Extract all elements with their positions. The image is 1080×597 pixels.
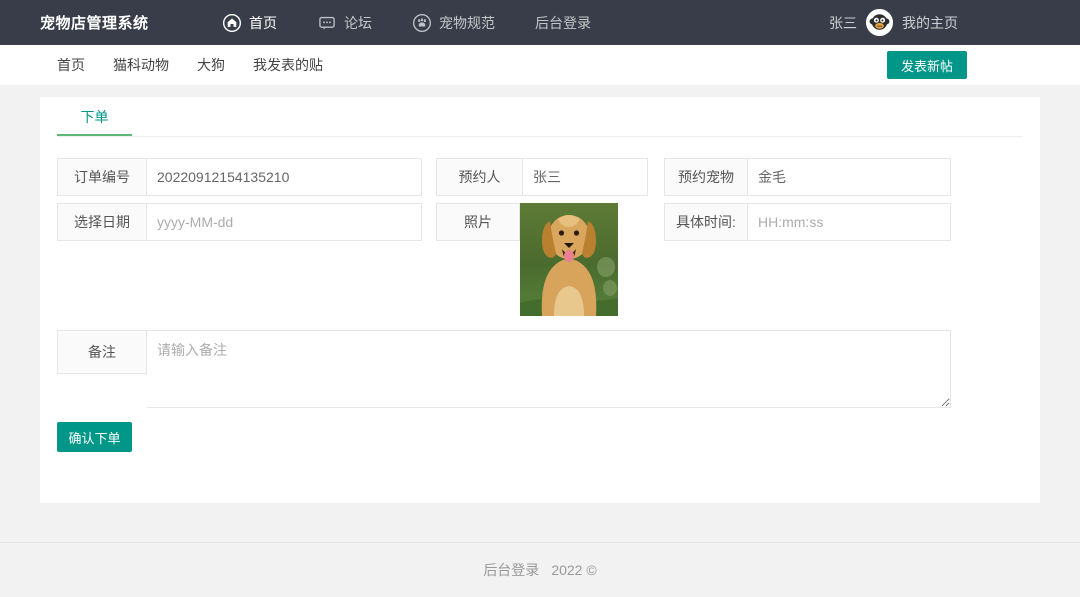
subnav-item-big-dogs[interactable]: 大狗 bbox=[197, 55, 225, 75]
paw-icon bbox=[412, 13, 432, 33]
pet-photo bbox=[520, 203, 618, 316]
date-input[interactable] bbox=[147, 203, 422, 241]
main-area: 下单 订单编号 预约人 预约宠物 bbox=[0, 85, 1080, 542]
my-homepage-link[interactable]: 我的主页 bbox=[902, 13, 958, 33]
remark-textarea[interactable] bbox=[147, 330, 951, 408]
pet-label: 预约宠物 bbox=[664, 158, 748, 196]
topnav-item-pet-rules[interactable]: 宠物规范 bbox=[412, 13, 495, 33]
topnav-item-label: 首页 bbox=[249, 14, 277, 31]
topnav-item-label: 后台登录 bbox=[535, 14, 591, 31]
field-order-no: 订单编号 bbox=[57, 158, 422, 196]
topnav-item-admin-login[interactable]: 后台登录 bbox=[535, 13, 591, 33]
reserver-input[interactable] bbox=[523, 158, 648, 196]
field-reserver: 预约人 bbox=[436, 158, 648, 196]
topnav-user-area: 张三 我的主页 bbox=[829, 9, 958, 36]
order-form: 订单编号 预约人 预约宠物 选择日期 照片 bbox=[40, 137, 1040, 452]
topnav-item-label: 宠物规范 bbox=[439, 14, 495, 31]
subnav-item-my-posts[interactable]: 我发表的贴 bbox=[253, 55, 323, 75]
form-row-1: 订单编号 预约人 预约宠物 bbox=[57, 158, 1023, 196]
username: 张三 bbox=[829, 14, 857, 31]
reserver-label: 预约人 bbox=[436, 158, 523, 196]
topnav-item-label: 论坛 bbox=[344, 14, 372, 31]
field-date: 选择日期 bbox=[57, 203, 422, 241]
pet-input[interactable] bbox=[748, 158, 951, 196]
user-avatar[interactable] bbox=[866, 9, 893, 36]
chat-icon bbox=[317, 13, 337, 33]
footer-copyright: 2022 © bbox=[551, 562, 597, 578]
footer-admin-login-link[interactable]: 后台登录 bbox=[483, 560, 539, 580]
home-icon bbox=[222, 13, 242, 33]
top-nav-menu: 首页 论坛 宠物规范 后台登录 bbox=[222, 13, 631, 33]
date-label: 选择日期 bbox=[57, 203, 147, 241]
form-row-remark: 备注 bbox=[57, 330, 1023, 408]
app-title: 宠物店管理系统 bbox=[40, 15, 149, 32]
subnav-item-cats[interactable]: 猫科动物 bbox=[113, 55, 169, 75]
time-input[interactable] bbox=[748, 203, 951, 241]
order-card: 下单 订单编号 预约人 预约宠物 bbox=[40, 97, 1040, 503]
topnav-item-home[interactable]: 首页 bbox=[222, 13, 277, 33]
form-row-2: 选择日期 照片 bbox=[57, 203, 1023, 316]
tab-place-order[interactable]: 下单 bbox=[57, 97, 132, 136]
subnav-item-home[interactable]: 首页 bbox=[57, 55, 85, 75]
subnav-items: 首页 猫科动物 大狗 我发表的贴 bbox=[57, 55, 351, 75]
time-label: 具体时间: bbox=[664, 203, 748, 241]
order-no-label: 订单编号 bbox=[57, 158, 147, 196]
remark-label: 备注 bbox=[57, 330, 147, 374]
field-pet: 预约宠物 bbox=[664, 158, 951, 196]
field-time: 具体时间: bbox=[664, 203, 951, 241]
photo-label: 照片 bbox=[436, 203, 520, 241]
top-navbar: 宠物店管理系统 首页 论坛 宠物规范 后台登录 张三 我的主页 bbox=[0, 0, 1080, 45]
topnav-item-forum[interactable]: 论坛 bbox=[317, 13, 372, 33]
field-photo: 照片 bbox=[436, 203, 648, 316]
order-no-input[interactable] bbox=[147, 158, 422, 196]
page-footer: 后台登录 2022 © bbox=[0, 542, 1080, 597]
new-post-button[interactable]: 发表新帖 bbox=[886, 51, 967, 79]
confirm-order-button[interactable]: 确认下单 bbox=[57, 422, 132, 452]
tab-bar: 下单 bbox=[57, 97, 1023, 137]
sub-navbar: 首页 猫科动物 大狗 我发表的贴 发表新帖 bbox=[0, 45, 1080, 85]
